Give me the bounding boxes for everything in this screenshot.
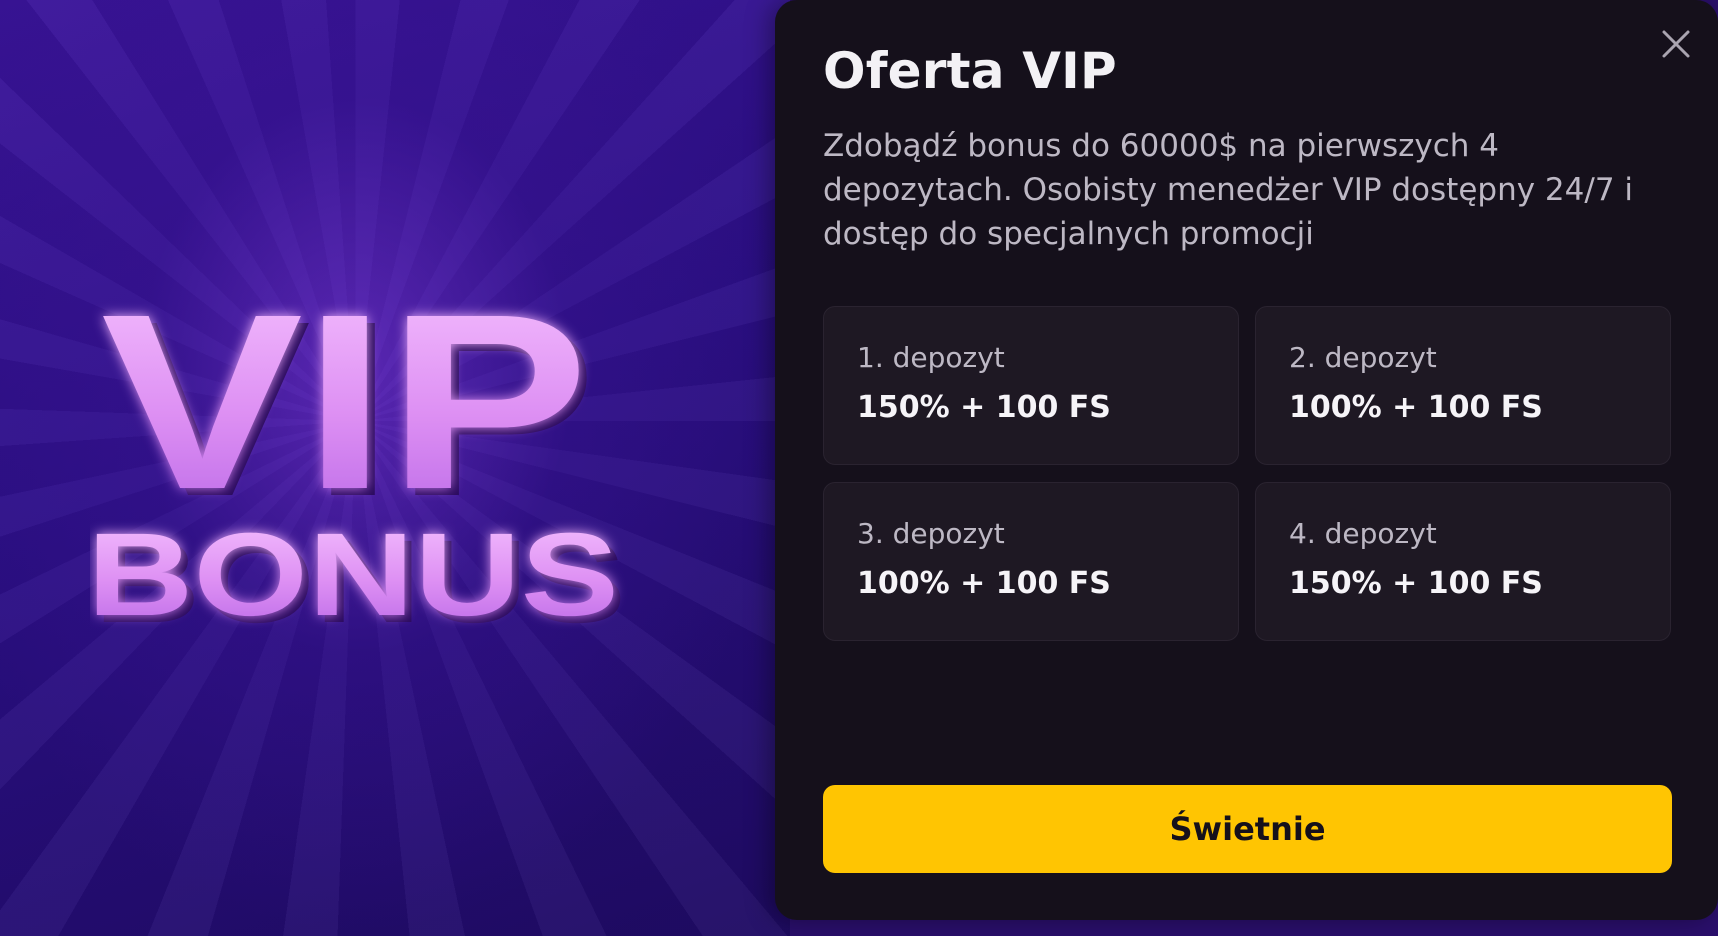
deposit-card-2: 2. depozyt 100% + 100 FS — [1255, 306, 1671, 465]
dialog-description: Zdobądź bonus do 60000$ na pierwszych 4 … — [823, 128, 1634, 252]
deposit-label: 2. depozyt — [1289, 341, 1437, 374]
deposit-card-4: 4. depozyt 150% + 100 FS — [1255, 482, 1671, 641]
deposit-card-3: 3. depozyt 100% + 100 FS — [823, 482, 1239, 641]
deposit-card-1: 1. depozyt 150% + 100 FS — [823, 306, 1239, 465]
deposit-bonus-value: 100% + 100 FS — [1289, 390, 1543, 425]
promo-bonus-text: BONUS — [90, 509, 619, 630]
promo-background: VIP VIP BONUS BONUS — [0, 0, 790, 936]
promo-vip-text: VIP — [101, 270, 589, 541]
deposit-bonus-grid: 1. depozyt 150% + 100 FS 2. depozyt 100%… — [823, 306, 1671, 641]
deposit-label: 4. depozyt — [1289, 517, 1437, 550]
deposit-bonus-value: 100% + 100 FS — [857, 566, 1111, 601]
deposit-label: 3. depozyt — [857, 517, 1005, 550]
close-icon — [1662, 30, 1690, 58]
deposit-bonus-value: 150% + 100 FS — [857, 390, 1111, 425]
vip-offer-screen: VIP VIP BONUS BONUS Oferta VIP Zdobądź b… — [0, 0, 1718, 936]
deposit-label: 1. depozyt — [857, 341, 1005, 374]
vip-bonus-artwork: VIP VIP BONUS BONUS — [90, 270, 626, 630]
dialog-title: Oferta VIP — [823, 42, 1117, 100]
close-button[interactable] — [1658, 26, 1694, 62]
deposit-bonus-value: 150% + 100 FS — [1289, 566, 1543, 601]
confirm-button[interactable]: Świetnie — [823, 785, 1672, 873]
